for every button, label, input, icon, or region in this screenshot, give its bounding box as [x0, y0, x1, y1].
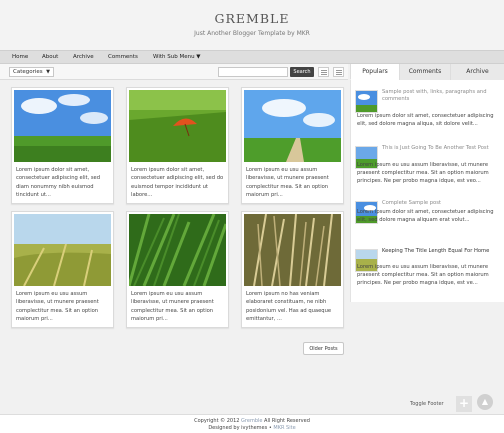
site-footer: Copyright © 2012 Gremble All Right Reser… [0, 414, 504, 433]
scroll-top-icon[interactable]: ▲ [477, 394, 493, 410]
sidebar-post-title[interactable]: Complete Sample post [382, 200, 495, 207]
categories-dropdown[interactable]: Categories ▼ [9, 67, 54, 77]
toggle-footer-link[interactable]: Toggle Footer [410, 401, 444, 407]
main-nav: Home About Archive Comments With Sub Men… [0, 50, 504, 64]
nav-item-home[interactable]: Home [12, 54, 28, 60]
site-tagline: Just Another Blogger Template by MKR [194, 30, 310, 37]
post-card[interactable]: Lorem ipsum eu usu assum liberavisse, ut… [126, 211, 229, 328]
search-button[interactable]: Search [290, 67, 314, 77]
post-card[interactable]: Lorem ipsum dolor sit amet, consectetuer… [11, 87, 114, 204]
site-link[interactable]: Gremble [241, 418, 262, 424]
nav-item-archive[interactable]: Archive [73, 54, 94, 60]
site-header: GREMBLE Just Another Blogger Template by… [0, 0, 504, 50]
post-thumbnail[interactable] [129, 90, 226, 162]
mkr-site-link[interactable]: MKR Site [273, 425, 295, 431]
designer-line: Designed by ivythemes • MKR Site [0, 425, 504, 432]
post-thumbnail[interactable] [355, 90, 378, 113]
post-thumbnail[interactable] [14, 90, 111, 162]
nav-item-with-sub-menu[interactable]: With Sub Menu ▼ [153, 54, 201, 60]
sidebar-post-excerpt: Lorem ipsum eu usu assum liberavisse, ut… [357, 162, 489, 184]
sidebar-post-excerpt: Lorem ipsum eu usu assum liberavisse, ut… [357, 264, 489, 286]
sidebar-post-excerpt: Lorem ipsum dolor sit amet, consectetuer… [357, 209, 494, 223]
designed-by-text: Designed by [208, 424, 240, 431]
popular-posts-list: Sample post with, links, paragraphs and … [350, 80, 504, 302]
sidebar-tabs: Populars Comments Archive [350, 64, 504, 80]
sidebar-post-title[interactable]: Sample post with, links, paragraphs and … [382, 89, 495, 103]
list-view-icon[interactable] [333, 67, 344, 77]
site-title[interactable]: GREMBLE [0, 0, 504, 26]
tab-populars[interactable]: Populars [350, 64, 399, 80]
separator: • [268, 424, 272, 431]
older-posts-button[interactable]: Older Posts [303, 342, 344, 355]
tab-archive[interactable]: Archive [450, 64, 504, 80]
sidebar-post-title[interactable]: Keeping The Title Length Equal For Home [382, 248, 495, 255]
chevron-down-icon: ▼ [46, 69, 50, 75]
sidebar-post-title[interactable]: This is Just Going To Be Another Test Po… [382, 145, 495, 152]
post-thumbnail[interactable] [129, 214, 226, 286]
rights-text: All Right Reserved [264, 418, 310, 424]
post-excerpt: Lorem ipsum dolor sit amet, consectetuer… [131, 167, 224, 198]
grid-view-icon[interactable] [318, 67, 329, 77]
post-excerpt: Lorem ipsum eu usu assum liberavisse, ut… [131, 291, 214, 322]
categories-label: Categories [13, 69, 43, 75]
post-excerpt: Lorem ipsum eu usu assum liberavisse, ut… [246, 167, 329, 198]
copyright-text: Copyright © 2012 [194, 418, 240, 424]
post-thumbnail[interactable] [14, 214, 111, 286]
sidebar-post-excerpt: Lorem ipsum dolor sit amet, consectetuer… [357, 113, 494, 127]
post-card[interactable]: Lorem ipsum eu usu assum liberavisse, ut… [11, 211, 114, 328]
nav-item-comments[interactable]: Comments [108, 54, 138, 60]
search-input[interactable] [218, 67, 288, 77]
post-card[interactable]: Lorem ipsum no has veniam elaboraret con… [241, 211, 344, 328]
content-toolbar: Categories ▼ Search [0, 64, 348, 80]
post-thumbnail[interactable] [244, 214, 341, 286]
tab-comments[interactable]: Comments [399, 64, 450, 80]
post-excerpt: Lorem ipsum no has veniam elaboraret con… [246, 291, 332, 322]
designer-link[interactable]: ivythemes [241, 425, 267, 431]
nav-item-about[interactable]: About [42, 54, 58, 60]
post-excerpt: Lorem ipsum eu usu assum liberavisse, ut… [16, 291, 99, 322]
post-card[interactable]: Lorem ipsum eu usu assum liberavisse, ut… [241, 87, 344, 204]
post-card[interactable]: Lorem ipsum dolor sit amet, consectetuer… [126, 87, 229, 204]
plus-icon[interactable]: + [456, 396, 472, 412]
post-excerpt: Lorem ipsum dolor sit amet, consectetuer… [16, 167, 101, 198]
post-thumbnail[interactable] [244, 90, 341, 162]
